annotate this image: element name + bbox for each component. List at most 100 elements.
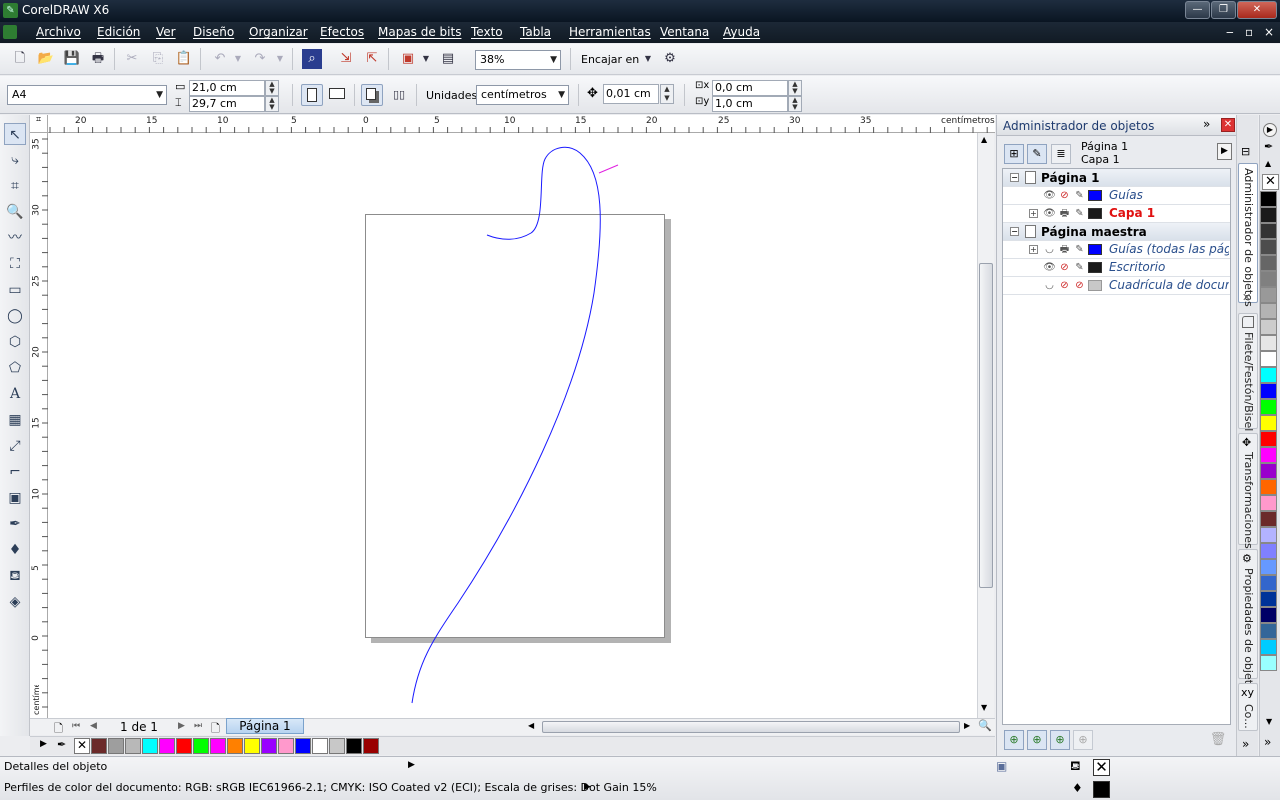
menu-ver[interactable]: Ver bbox=[156, 25, 176, 39]
cut-icon[interactable]: ✂ bbox=[122, 49, 142, 69]
color-swatch[interactable] bbox=[1260, 191, 1277, 207]
page-tab[interactable]: Página 1 bbox=[226, 718, 304, 734]
undo-icon[interactable]: ↶ bbox=[210, 49, 230, 69]
page-height-field[interactable]: 29,7 cm bbox=[189, 96, 265, 112]
duplicate-y-spinner[interactable]: ▲ ▼ bbox=[788, 96, 802, 112]
print-disabled-icon[interactable]: ⊘ bbox=[1058, 189, 1071, 202]
layer-color-swatch[interactable] bbox=[1088, 190, 1102, 201]
vertical-scroll-thumb[interactable] bbox=[979, 263, 993, 588]
units-combo[interactable]: centímetros ▼ bbox=[476, 85, 569, 105]
menu-ventana[interactable]: Ventana bbox=[660, 25, 709, 39]
export-icon[interactable]: ⇱ bbox=[362, 49, 382, 69]
application-launcher-icon[interactable]: ▣ bbox=[398, 49, 418, 69]
zoom-level-combo[interactable]: 38% ▼ bbox=[475, 50, 561, 70]
color-swatch[interactable] bbox=[346, 738, 362, 754]
tree-master-page-row[interactable]: − Página maestra bbox=[1003, 223, 1230, 241]
fill-bucket-icon[interactable]: ⛾ bbox=[1070, 759, 1081, 776]
color-swatch[interactable] bbox=[1260, 607, 1277, 623]
interactive-fill-tool-icon[interactable]: ◈ bbox=[4, 591, 26, 613]
color-swatch[interactable] bbox=[1260, 511, 1277, 527]
page-size-combo[interactable]: A4 ▼ bbox=[7, 85, 167, 105]
tab-object-properties[interactable]: ⚙ Propiedades de objeto bbox=[1238, 549, 1258, 691]
save-icon[interactable]: 💾 bbox=[62, 49, 82, 69]
new-master-all-pages-icon[interactable]: ⊕ bbox=[1050, 730, 1070, 750]
scroll-left-icon[interactable]: ◀ bbox=[528, 721, 534, 730]
copy-icon[interactable]: ⎘ bbox=[148, 49, 168, 69]
tree-layer-row[interactable]: 👁 ⊘ ✎ Guías bbox=[1003, 187, 1230, 205]
print-icon[interactable]: 🖶 bbox=[88, 49, 108, 69]
text-tool-icon[interactable]: A bbox=[4, 383, 26, 405]
color-swatch[interactable] bbox=[1260, 479, 1277, 495]
menu-texto[interactable]: Texto bbox=[471, 25, 503, 39]
layer-color-swatch[interactable] bbox=[1088, 262, 1102, 273]
move-layer-icon[interactable]: ⊕ bbox=[1073, 730, 1093, 750]
launcher-dropdown-icon[interactable]: ▼ bbox=[420, 49, 432, 69]
basic-shapes-tool-icon[interactable]: ⬠ bbox=[4, 357, 26, 379]
expand-icon[interactable]: + bbox=[1029, 209, 1038, 218]
color-swatch[interactable] bbox=[244, 738, 260, 754]
color-swatch[interactable] bbox=[1260, 255, 1277, 271]
print-disabled-icon[interactable]: ⊘ bbox=[1058, 261, 1071, 274]
color-swatch[interactable] bbox=[1260, 207, 1277, 223]
color-swatch[interactable] bbox=[125, 738, 141, 754]
interactive-effects-tool-icon[interactable]: ▣ bbox=[4, 487, 26, 509]
color-profiles-expand-icon[interactable]: ▶ bbox=[584, 782, 591, 792]
color-swatch[interactable] bbox=[1260, 303, 1277, 319]
object-details-expand-icon[interactable]: ▶ bbox=[408, 760, 415, 770]
collapse-icon[interactable]: − bbox=[1010, 173, 1019, 182]
color-swatch[interactable] bbox=[1260, 351, 1277, 367]
scroll-down-icon[interactable]: ▼ bbox=[981, 703, 987, 712]
color-profiles-label[interactable]: Perfiles de color del documento: RGB: sR… bbox=[4, 781, 657, 794]
color-swatch[interactable] bbox=[1260, 495, 1277, 511]
edit-across-layers-icon[interactable]: ✎ bbox=[1027, 144, 1047, 164]
page-width-field[interactable]: 21,0 cm bbox=[189, 80, 265, 96]
scroll-right-icon[interactable]: ▶ bbox=[964, 721, 970, 730]
color-swatch[interactable] bbox=[1260, 287, 1277, 303]
polygon-tool-icon[interactable]: ⬡ bbox=[4, 331, 26, 353]
portrait-button[interactable] bbox=[301, 84, 323, 106]
nudge-spinner[interactable]: ▲ ▼ bbox=[660, 84, 674, 104]
drawing-canvas[interactable] bbox=[48, 133, 977, 718]
search-content-icon[interactable]: ⌕ bbox=[302, 49, 322, 69]
color-swatch[interactable] bbox=[1260, 447, 1277, 463]
palette-expand-icon[interactable]: » bbox=[1264, 735, 1271, 749]
fill-tool-icon[interactable]: ⛾ bbox=[4, 565, 26, 587]
doc-restore-button[interactable]: ▫ bbox=[1245, 25, 1253, 39]
color-swatch[interactable] bbox=[142, 738, 158, 754]
show-properties-icon[interactable]: ⊞ bbox=[1004, 144, 1024, 164]
options-icon[interactable]: ⚙ bbox=[660, 49, 680, 69]
menu-diseno[interactable]: Diseño bbox=[193, 25, 234, 39]
color-swatch[interactable] bbox=[1260, 335, 1277, 351]
no-color-icon[interactable]: ✕ bbox=[1262, 174, 1279, 190]
menu-herramientas[interactable]: Herramientas bbox=[569, 25, 651, 39]
all-pages-button[interactable] bbox=[361, 84, 383, 106]
document-icon[interactable] bbox=[3, 25, 17, 39]
menu-edicion[interactable]: Edición bbox=[97, 25, 140, 39]
snap-dropdown-icon[interactable]: ▼ bbox=[642, 49, 654, 69]
color-swatch[interactable] bbox=[1260, 383, 1277, 399]
color-swatch[interactable] bbox=[91, 738, 107, 754]
table-tool-icon[interactable]: ▦ bbox=[4, 409, 26, 431]
menu-archivo[interactable]: Archivo bbox=[36, 25, 81, 39]
color-swatch[interactable] bbox=[193, 738, 209, 754]
layer-color-swatch[interactable] bbox=[1088, 280, 1102, 291]
new-layer-icon[interactable]: ⊕ bbox=[1004, 730, 1024, 750]
layer-color-swatch[interactable] bbox=[1088, 244, 1102, 255]
color-swatch[interactable] bbox=[1260, 575, 1277, 591]
menu-organizar[interactable]: Organizar bbox=[249, 25, 308, 39]
menu-efectos[interactable]: Efectos bbox=[320, 25, 364, 39]
eye-closed-icon[interactable]: ◡ bbox=[1043, 243, 1056, 256]
color-swatch[interactable] bbox=[1260, 271, 1277, 287]
delete-icon[interactable]: 🗑 bbox=[1208, 730, 1228, 750]
window-close-button[interactable]: ✕ bbox=[1237, 1, 1277, 19]
new-master-layer-icon[interactable]: ⊕ bbox=[1027, 730, 1047, 750]
page-height-spinner[interactable]: ▲ ▼ bbox=[265, 96, 279, 112]
tree-layer-row[interactable]: 👁 ⊘ ✎ Escritorio bbox=[1003, 259, 1230, 277]
color-swatch[interactable] bbox=[1260, 415, 1277, 431]
tab-transformations[interactable]: ✥ Transformaciones bbox=[1238, 433, 1258, 549]
layer-manager-view-icon[interactable]: ≣ bbox=[1051, 144, 1071, 164]
smart-fill-tool-icon[interactable]: ⛶ bbox=[4, 253, 26, 275]
eyedropper-tool-icon[interactable]: ✒ bbox=[4, 513, 26, 535]
pencil-icon[interactable]: ✎ bbox=[1073, 189, 1086, 202]
color-swatch[interactable] bbox=[1260, 639, 1277, 655]
